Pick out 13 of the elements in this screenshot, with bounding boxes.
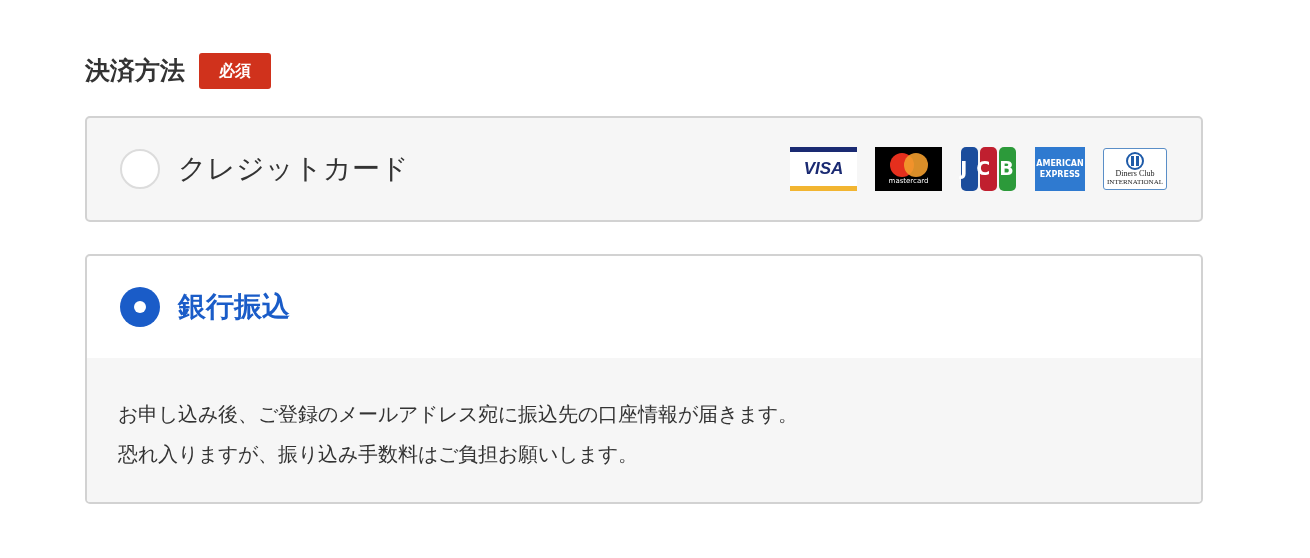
logo-text: Diners Club [1115, 169, 1155, 178]
logo-text: AMERICAN EXPRESS [1036, 157, 1084, 180]
payment-option-card[interactable]: 銀行振込 お申し込み後、ご登録のメールアドレス宛に振込先の口座情報が届きます。 恐れ入りますが、振り込み手数料はご負担お願いします。 [85, 253, 1203, 504]
logo-text: VISA [802, 160, 845, 177]
option-label: クレジットカード [178, 150, 409, 187]
section-title: 決済方法 [85, 55, 185, 87]
description-text: お申し込み後、ご登録のメールアドレス宛に振込先の口座情報が届きます。 [118, 400, 799, 428]
required-badge: 必須 [199, 52, 271, 89]
description-text: 恐れ入りますが、振り込み手数料はご負担お願いします。 [118, 440, 639, 468]
diners-circle-icon [1126, 151, 1144, 170]
option-label: 銀行振込 [178, 288, 290, 325]
radio-button[interactable] [120, 286, 160, 327]
radio-button[interactable] [120, 148, 160, 189]
